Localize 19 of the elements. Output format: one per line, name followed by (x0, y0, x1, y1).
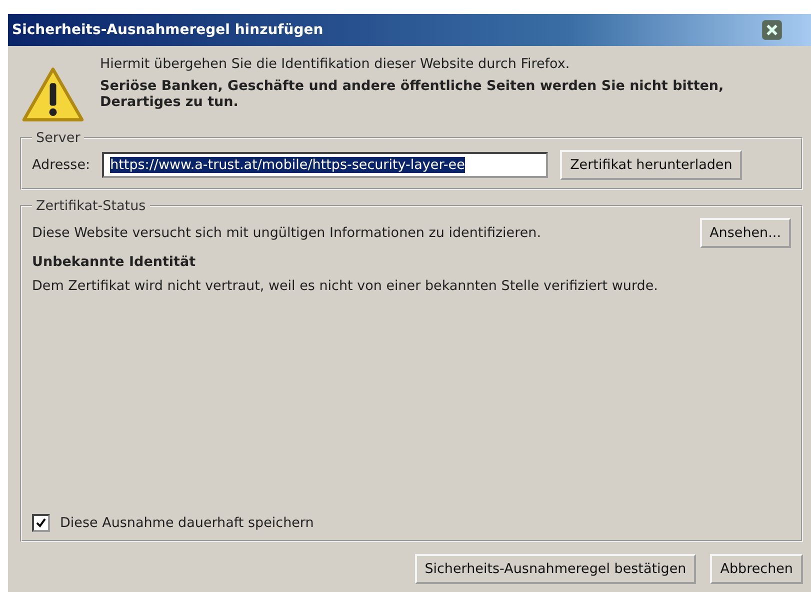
warning-text: Seriöse Banken, Geschäfte und andere öffentliche Seiten werden Sie nicht bitten, Derartiges zu tun. (100, 78, 725, 110)
download-certificate-button[interactable]: Zertifikat herunterladen (560, 150, 742, 180)
status-message: Diese Website versucht sich mit ungültigen Informationen zu identifizieren. (32, 225, 541, 241)
group-legend: Server (32, 130, 84, 146)
confirm-button[interactable]: Sicherheits-Ausnahmeregel bestätigen (414, 554, 696, 584)
intro-text: Hiermit übergehen Sie die Identifikation dieser Website durch Firefox. (100, 56, 571, 72)
status-heading: Unbekannte Identität (32, 254, 197, 270)
address-label: Adresse: (32, 157, 90, 173)
status-detail: Dem Zertifikat wird nicht vertraut, weil es nicht von einer bekannten Stelle verifiziert wurde. (32, 278, 659, 294)
view-button[interactable]: Ansehen... (700, 218, 791, 248)
checkbox-label[interactable]: Diese Ausnahme dauerhaft speichern (60, 515, 314, 531)
group-legend: Zertifikat-Status (32, 198, 150, 214)
checkmark-icon (35, 517, 47, 529)
close-icon[interactable] (761, 19, 783, 41)
cancel-button[interactable]: Abbrechen (710, 554, 803, 584)
checkbox[interactable] (32, 514, 50, 532)
warning-icon (20, 66, 86, 124)
window-title: Sicherheits-Ausnahmeregel hinzufügen (12, 22, 324, 38)
address-field[interactable]: https://www.a-trust.at/mobile/https-security-layer-ee (102, 152, 548, 178)
